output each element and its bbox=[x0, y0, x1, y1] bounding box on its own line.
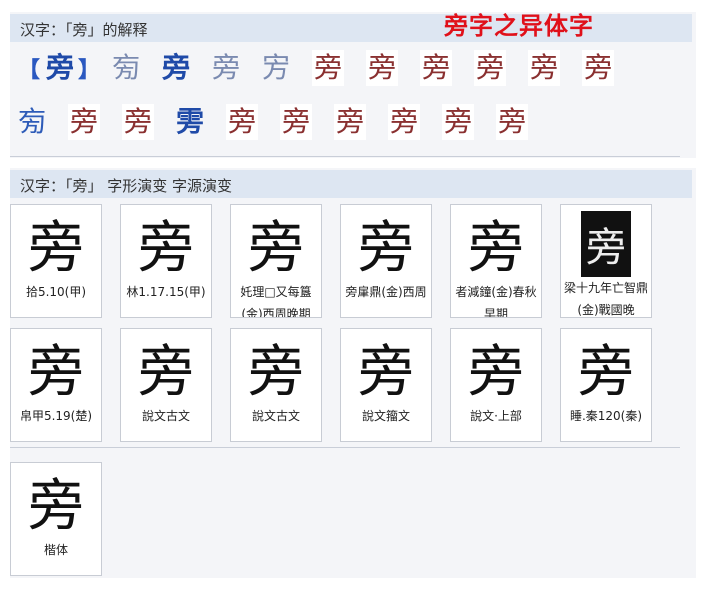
variant-char[interactable]: 旁 bbox=[366, 50, 399, 86]
variant-char[interactable]: 旁 bbox=[162, 50, 190, 86]
variant-char[interactable]: 旁 bbox=[280, 104, 313, 140]
glyph-caption: 拾5.10(甲) bbox=[25, 285, 87, 299]
glyph-image: 旁 bbox=[28, 215, 84, 281]
glyph-caption: 梁十九年亡智鼎(金)戰國晚 bbox=[563, 281, 648, 317]
glyph-image: 旁 bbox=[28, 339, 84, 405]
variant-char[interactable]: 旁 bbox=[312, 50, 345, 86]
glyph-image: 旁 bbox=[468, 215, 524, 281]
variant-char[interactable]: 旁 bbox=[442, 104, 475, 140]
variant-char[interactable]: 㫄 bbox=[112, 50, 140, 86]
glyph-image: 旁 bbox=[248, 339, 304, 405]
glyph-caption: 說文·上部 bbox=[470, 409, 522, 423]
variant-char[interactable]: 雱 bbox=[176, 104, 204, 140]
variant-char[interactable]: 旁 bbox=[496, 104, 529, 140]
evolution-card[interactable]: 旁說文古文 bbox=[120, 328, 212, 442]
main-char: 旁 bbox=[46, 51, 75, 84]
glyph-caption: 者減鐘(金)春秋早期 bbox=[455, 285, 537, 318]
variant-char[interactable]: 㝑 bbox=[262, 50, 290, 86]
evolution-card[interactable]: 旁拾5.10(甲) bbox=[10, 204, 102, 318]
glyph-image: 旁 bbox=[248, 215, 304, 281]
variant-row-2: 㫄旁旁雱旁旁旁旁旁旁 bbox=[18, 104, 550, 140]
glyph-caption: 楷体 bbox=[43, 543, 68, 557]
evolution-card[interactable]: 旁帛甲5.19(楚) bbox=[10, 328, 102, 442]
variant-char[interactable]: 旁 bbox=[122, 104, 155, 140]
variant-char[interactable]: 旁 bbox=[582, 50, 615, 86]
evolution-header-text: 汉字：「旁」 字形演变 字源演变 bbox=[20, 177, 233, 195]
glyph-image: 旁 bbox=[28, 473, 84, 539]
glyph-caption: 說文古文 bbox=[251, 409, 300, 423]
evolution-card[interactable]: 旁旁肁鼎(金)西周 bbox=[340, 204, 432, 318]
variant-char[interactable]: 旁 bbox=[528, 50, 561, 86]
evolution-card[interactable]: 旁睡.秦120(秦) bbox=[560, 328, 652, 442]
glyph-caption: 帛甲5.19(楚) bbox=[19, 409, 93, 423]
evolution-card[interactable]: 旁梁十九年亡智鼎(金)戰國晚 bbox=[560, 204, 652, 318]
variant-char[interactable]: 旁 bbox=[334, 104, 367, 140]
evolution-card[interactable]: 旁林1.17.15(甲) bbox=[120, 204, 212, 318]
evolution-card[interactable]: 旁奼理□又每簋(金)西周晚期 bbox=[230, 204, 322, 318]
variant-char[interactable]: 旁 bbox=[212, 50, 240, 86]
glyph-image: 旁 bbox=[358, 215, 414, 281]
evolution-card[interactable]: 旁說文·上部 bbox=[450, 328, 542, 442]
title-art: 旁字之异体字 bbox=[444, 11, 594, 40]
glyph-caption: 睡.秦120(秦) bbox=[569, 409, 643, 423]
glyph-caption: 說文籀文 bbox=[361, 409, 410, 423]
glyph-caption: 旁肁鼎(金)西周 bbox=[345, 285, 427, 299]
glyph-image: 旁 bbox=[138, 339, 194, 405]
divider bbox=[10, 156, 680, 157]
variant-char[interactable]: 㫄 bbox=[18, 104, 46, 140]
glyph-caption: 林1.17.15(甲) bbox=[126, 285, 206, 299]
glyph-image: 旁 bbox=[468, 339, 524, 405]
variant-char[interactable]: 旁 bbox=[68, 104, 101, 140]
divider-2 bbox=[10, 447, 680, 448]
glyph-image: 旁 bbox=[358, 339, 414, 405]
variants-header-text: 汉字：「旁」的解释 bbox=[20, 21, 148, 39]
variant-row-1: 【 旁 】 㫄旁旁㝑旁旁旁旁旁旁 bbox=[18, 50, 636, 86]
glyph-image: 旁 bbox=[581, 211, 631, 277]
glyph-caption: 奼理□又每簋(金)西周晚期 bbox=[240, 285, 312, 318]
bracket-open: 【 bbox=[18, 58, 41, 83]
variant-char[interactable]: 旁 bbox=[226, 104, 259, 140]
bracket-close: 】 bbox=[78, 58, 101, 83]
evolution-header: 汉字：「旁」 字形演变 字源演变 bbox=[10, 170, 692, 198]
evolution-card[interactable]: 旁者減鐘(金)春秋早期 bbox=[450, 204, 542, 318]
variant-char[interactable]: 旁 bbox=[474, 50, 507, 86]
glyph-image: 旁 bbox=[578, 339, 634, 405]
variant-char[interactable]: 旁 bbox=[388, 104, 421, 140]
evolution-card[interactable]: 旁說文籀文 bbox=[340, 328, 432, 442]
evolution-card[interactable]: 旁說文古文 bbox=[230, 328, 322, 442]
variant-char[interactable]: 旁 bbox=[420, 50, 453, 86]
glyph-caption: 說文古文 bbox=[141, 409, 190, 423]
glyph-image: 旁 bbox=[138, 215, 194, 281]
evolution-card[interactable]: 旁楷体 bbox=[10, 462, 102, 576]
